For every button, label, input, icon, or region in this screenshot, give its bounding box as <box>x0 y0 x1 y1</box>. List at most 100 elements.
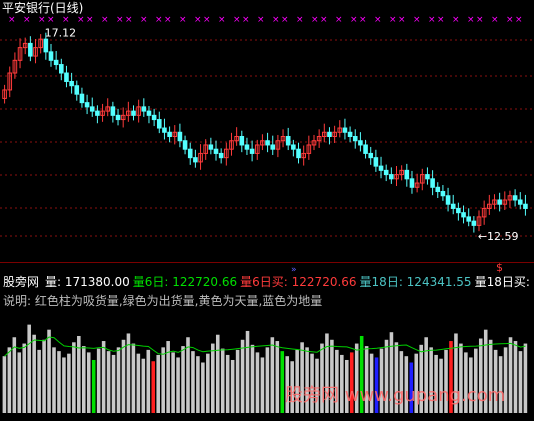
signal-mark: × <box>428 15 436 25</box>
volume-bar <box>47 329 51 413</box>
signal-mark: × <box>272 15 280 25</box>
candle-body <box>296 148 301 159</box>
legend-item: 量6日买: 122720.66 <box>240 275 357 289</box>
candle-body <box>239 136 245 146</box>
signal-mark: × <box>86 15 94 25</box>
volume-bar <box>32 334 36 413</box>
candle-body <box>404 169 410 180</box>
signal-mark: × <box>140 15 148 25</box>
candle-body <box>213 148 219 154</box>
volume-bar <box>57 351 61 413</box>
volume-bar <box>62 357 66 413</box>
low-price-label: ←12.59 <box>478 230 519 243</box>
candle-body <box>291 144 296 150</box>
volume-bar <box>255 352 260 413</box>
candle-body <box>182 140 188 150</box>
volume-bar <box>111 354 116 413</box>
volume-bar <box>37 349 41 413</box>
candle-body <box>208 144 214 150</box>
chart-title: 平安银行(日线) <box>2 1 84 15</box>
volume-bar <box>201 362 205 413</box>
signal-mark: × <box>335 15 343 25</box>
volume-bar <box>81 346 86 413</box>
high-price-label: 17.12 <box>45 26 76 39</box>
signal-mark: × <box>164 15 172 25</box>
candle-body <box>84 102 90 108</box>
volume-bar <box>106 351 111 413</box>
signal-mark: × <box>23 15 31 25</box>
signal-mark: × <box>62 15 70 25</box>
candle-body <box>249 148 255 154</box>
candle-body <box>265 140 270 146</box>
candle-body <box>270 144 276 150</box>
candle-body <box>151 114 157 121</box>
legend-item: 量: 171380.00 <box>45 275 130 289</box>
volume-panel-label: 股旁网 <box>3 275 40 289</box>
candle-body <box>461 212 466 218</box>
candle-body <box>141 106 147 112</box>
candle-body <box>156 119 162 129</box>
signal-mark: × <box>194 15 202 25</box>
signal-mark: × <box>491 15 499 25</box>
volume-bar <box>116 347 121 413</box>
volume-bar <box>260 357 265 413</box>
candle-body <box>69 80 74 87</box>
volume-bar <box>176 357 180 413</box>
volume-bar <box>220 348 225 413</box>
candle-body <box>368 152 374 159</box>
volume-bar <box>146 349 151 413</box>
signal-mark: × <box>116 15 124 25</box>
volume-bar <box>211 343 215 413</box>
candle-body <box>64 72 69 82</box>
signal-mark: × <box>125 15 133 25</box>
signal-mark: × <box>389 15 397 25</box>
signal-mark: × <box>320 15 328 25</box>
volume-bar <box>181 346 185 413</box>
signal-mark: × <box>296 15 304 25</box>
candle-body <box>352 136 358 142</box>
volume-bar <box>280 351 285 413</box>
candle-body <box>74 85 80 95</box>
candle-body <box>517 199 523 205</box>
candle-body <box>378 165 384 171</box>
volume-bar <box>513 341 518 413</box>
volume-legend: 量: 171380.00 量6日: 122720.66 量6日买: 122720.6… <box>45 275 533 289</box>
signal-mark: × <box>155 15 163 25</box>
candle-body <box>131 110 136 116</box>
volume-bar <box>22 343 27 413</box>
candle-body <box>327 131 332 137</box>
volume-bar <box>235 349 240 413</box>
signal-mark: × <box>233 15 241 25</box>
volume-bar <box>2 356 7 413</box>
volume-bar <box>265 347 270 413</box>
signal-mark: × <box>203 15 211 25</box>
signal-mark: × <box>374 15 382 25</box>
candle-body <box>167 131 172 137</box>
candle-body <box>373 157 379 167</box>
chart-stage: × × × × × × × × × × × × × × × × × × × × × × × × × × × × × × × × × × × × × × × ×… <box>0 0 534 417</box>
volume-bar <box>230 359 235 413</box>
volume-bar <box>523 343 528 413</box>
volume-bar <box>245 330 250 413</box>
candle-body <box>285 136 291 146</box>
candle-body <box>389 174 394 180</box>
candle-body <box>383 169 389 176</box>
signal-mark: × <box>47 15 55 25</box>
signal-mark: × <box>359 15 367 25</box>
legend-item: 量18日买: <box>474 275 530 289</box>
signal-mark: × <box>476 15 484 25</box>
candle-body <box>523 203 528 209</box>
candle-body <box>456 207 461 214</box>
candle-body <box>430 178 435 188</box>
volume-bar <box>508 337 513 413</box>
volume-bar <box>17 352 22 413</box>
volume-bar <box>161 347 165 413</box>
candle-body <box>115 114 121 121</box>
signal-mark: × <box>242 15 250 25</box>
candle-body <box>450 203 456 209</box>
volume-bar <box>7 347 12 413</box>
candle-body <box>244 144 250 150</box>
signal-mark: × <box>515 15 523 25</box>
volume-bar <box>518 351 523 413</box>
volume-bar <box>171 352 175 413</box>
